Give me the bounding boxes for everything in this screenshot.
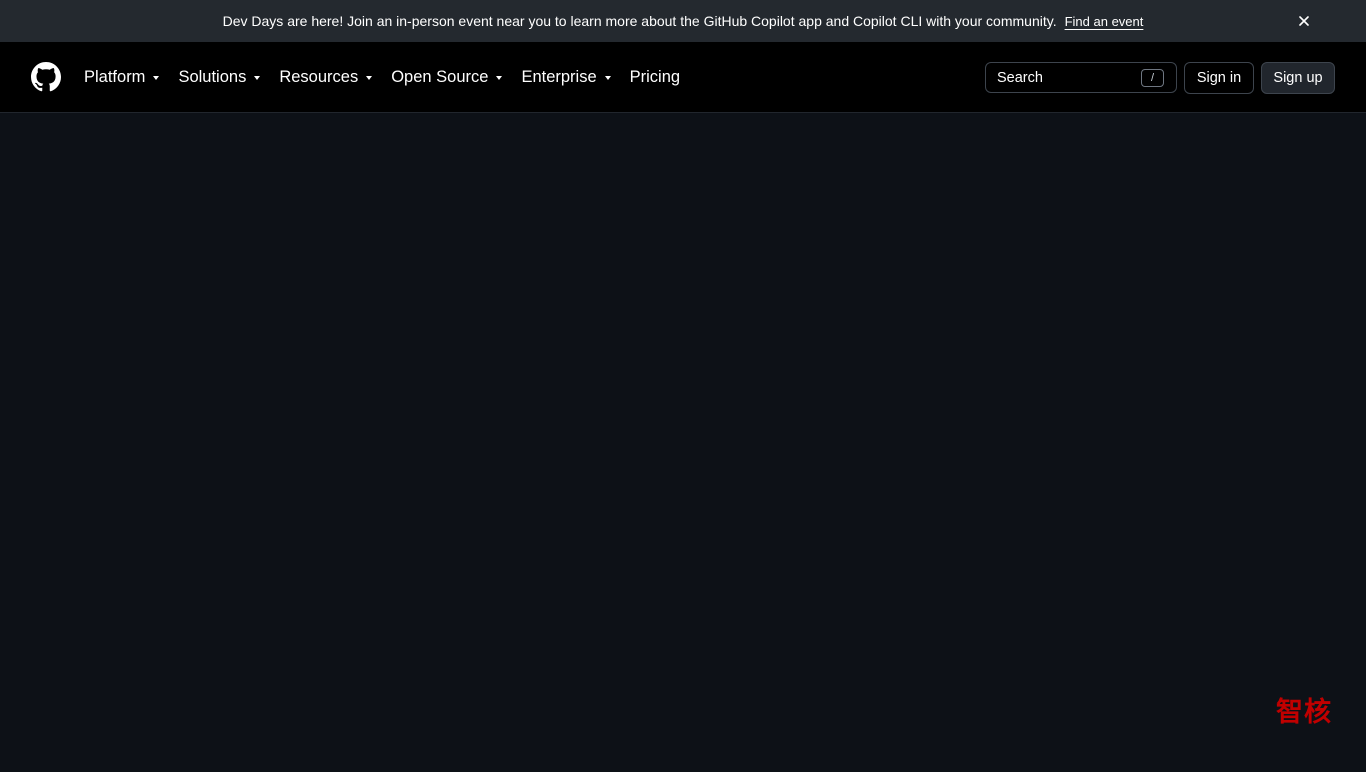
site-header: Platform Solutions Resources Open Source… [0, 42, 1366, 113]
chevron-down-icon [496, 76, 503, 80]
nav-open-source[interactable]: Open Source [391, 67, 503, 87]
nav-pricing[interactable]: Pricing [630, 68, 680, 87]
sign-up-button[interactable]: Sign up [1261, 62, 1335, 94]
announcement-banner: Dev Days are here! Join an in-person eve… [0, 0, 1366, 42]
nav-enterprise[interactable]: Enterprise [521, 67, 611, 87]
nav-label: Pricing [629, 67, 681, 86]
nav-label: Solutions [178, 67, 247, 86]
main-content [0, 113, 1366, 772]
chevron-down-icon [366, 76, 373, 80]
search-shortcut-key: / [1141, 69, 1164, 87]
search-input[interactable]: Search / [985, 62, 1177, 93]
sign-in-button[interactable]: Sign in [1184, 62, 1254, 94]
nav-resources[interactable]: Resources [279, 67, 373, 87]
search-placeholder: Search [997, 69, 1043, 86]
nav-solutions[interactable]: Solutions [178, 67, 261, 87]
chevron-down-icon [254, 76, 261, 80]
nav-label: Resources [279, 67, 359, 86]
nav-label: Platform [84, 67, 146, 86]
close-icon[interactable] [1294, 11, 1314, 31]
chevron-down-icon [153, 76, 160, 80]
github-mark-icon[interactable] [31, 62, 61, 92]
watermark: 智核 [1276, 697, 1332, 728]
main-nav: Platform Solutions Resources Open Source… [84, 42, 699, 112]
nav-label: Enterprise [521, 67, 597, 86]
find-event-link[interactable]: Find an event [1065, 14, 1144, 29]
banner-text: Dev Days are here! Join an in-person eve… [222, 13, 1057, 29]
nav-platform[interactable]: Platform [84, 67, 160, 87]
nav-label: Open Source [391, 67, 489, 86]
chevron-down-icon [604, 76, 611, 80]
